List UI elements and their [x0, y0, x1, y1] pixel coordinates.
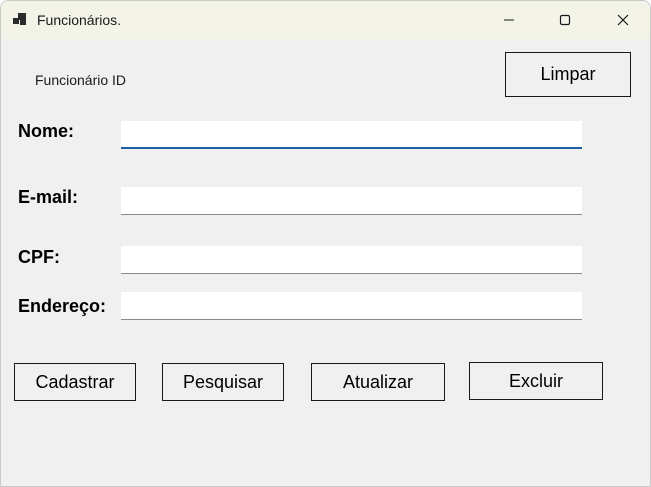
maximize-button[interactable] [539, 1, 591, 39]
app-window: Funcionários. Funcionário ID Limpar Nome… [0, 0, 651, 487]
pesquisar-button[interactable]: Pesquisar [162, 363, 284, 401]
minimize-icon [504, 19, 514, 21]
nome-input[interactable] [121, 121, 582, 149]
funcionario-id-label: Funcionário ID [35, 72, 127, 88]
endereco-label: Endereço: [18, 296, 107, 316]
app-icon [13, 13, 26, 25]
close-icon [617, 14, 629, 26]
cadastrar-button[interactable]: Cadastrar [14, 363, 136, 401]
title-bar[interactable]: Funcionários. [1, 1, 650, 39]
endereco-input[interactable] [121, 292, 582, 320]
excluir-button[interactable]: Excluir [469, 362, 603, 400]
limpar-button[interactable]: Limpar [505, 52, 631, 97]
window-title: Funcionários. [37, 12, 122, 28]
cpf-label: CPF: [18, 247, 60, 267]
nome-label: Nome: [18, 121, 75, 141]
email-input[interactable] [121, 187, 582, 215]
maximize-icon [559, 14, 571, 26]
atualizar-button[interactable]: Atualizar [311, 363, 445, 401]
email-label: E-mail: [18, 187, 79, 207]
close-button[interactable] [597, 1, 649, 39]
minimize-button[interactable] [483, 1, 535, 39]
cpf-input[interactable] [121, 246, 582, 274]
